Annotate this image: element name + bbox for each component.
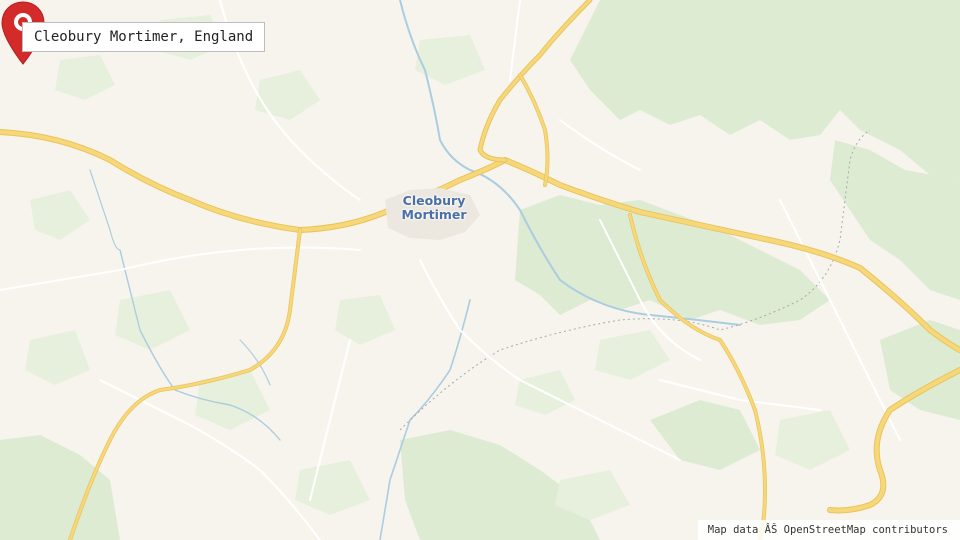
map-tiles bbox=[0, 0, 960, 540]
map-attribution[interactable]: Map data ÂŠ OpenStreetMap contributors bbox=[697, 520, 960, 540]
town-label-line2: Mortimer bbox=[401, 207, 467, 222]
town-label-line1: Cleobury bbox=[402, 193, 466, 208]
map-canvas[interactable]: Cleobury Mortimer Cleobury Mortimer, Eng… bbox=[0, 0, 960, 540]
location-label: Cleobury Mortimer, England bbox=[22, 22, 266, 52]
town-label: Cleobury Mortimer bbox=[392, 194, 476, 222]
